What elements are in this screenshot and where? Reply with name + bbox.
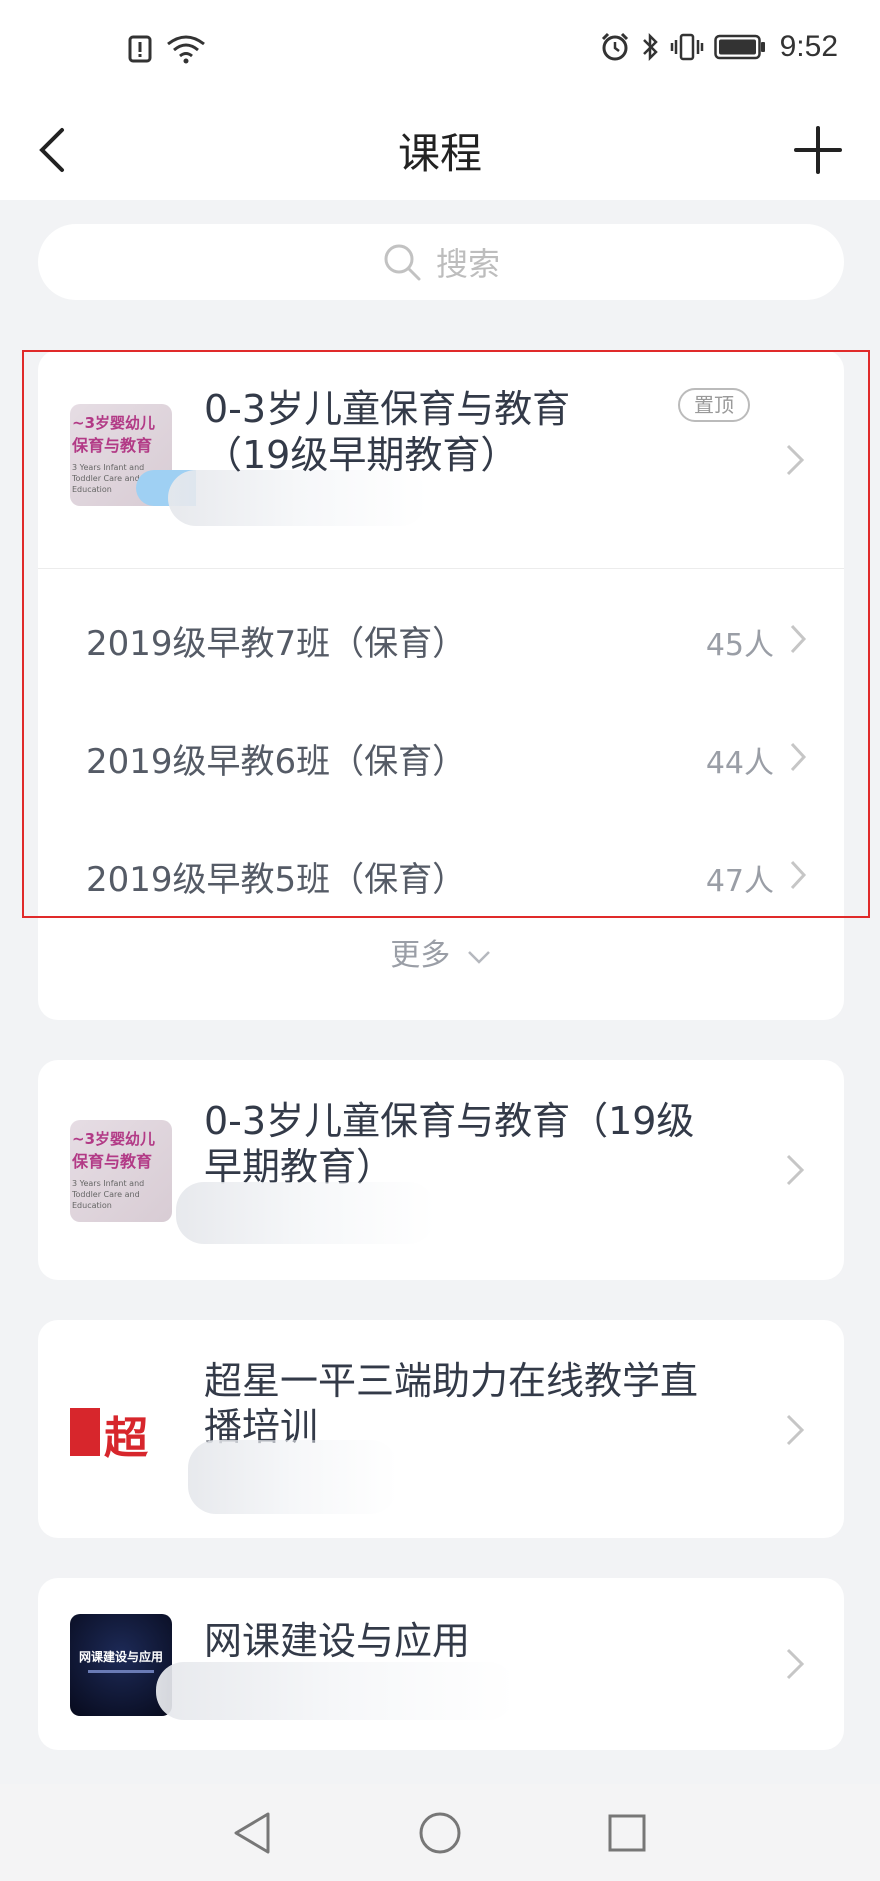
- course-row[interactable]: ~3岁婴幼儿 保育与教育 3 Years Infant and Toddler …: [38, 350, 844, 568]
- search-input[interactable]: 搜索: [38, 224, 844, 300]
- class-count: 47人: [705, 864, 774, 899]
- chevron-right-icon: [786, 444, 805, 476]
- course-card[interactable]: 超 超星一平三端助力在线教学直 播培训: [38, 1320, 844, 1538]
- vibrate-icon: [670, 33, 703, 61]
- chevron-right-icon: [786, 1648, 805, 1680]
- course-title: 0-3岁儿童保育与教育（19级 早期教育）: [204, 1099, 695, 1189]
- chevron-right-icon: [786, 1414, 805, 1446]
- status-bar: 9:52: [0, 0, 880, 100]
- recents-square-icon[interactable]: [602, 1808, 652, 1858]
- battery-icon: [713, 34, 765, 60]
- header-bar: 课程: [0, 100, 880, 200]
- thumbnail-title: 网课建设与应用: [78, 1650, 163, 1664]
- redaction-blur: [168, 470, 428, 526]
- chevron-right-icon: [790, 742, 807, 772]
- course-title: 超星一平三端助力在线教学直 播培训: [204, 1359, 699, 1449]
- class-name: 2019级早教5班（保育）: [86, 860, 467, 900]
- redaction-blur: [156, 1662, 516, 1720]
- thumbnail-title-line2: 保育与教育: [72, 1152, 153, 1171]
- course-card[interactable]: ~3岁婴幼儿 保育与教育 3 Years Infant and Toddler …: [38, 1060, 844, 1280]
- course-thumbnail: ~3岁婴幼儿 保育与教育 3 Years Infant and Toddler …: [70, 1120, 172, 1222]
- pinned-badge: 置顶: [678, 388, 750, 422]
- course-title: 0-3岁儿童保育与教育 （19级早期教育）: [204, 387, 571, 477]
- logo-text: 超: [104, 1413, 148, 1464]
- class-name: 2019级早教7班（保育）: [86, 624, 467, 664]
- course-card-pinned: ~3岁婴幼儿 保育与教育 3 Years Infant and Toddler …: [38, 350, 844, 1020]
- class-count: 44人: [705, 746, 774, 781]
- more-button[interactable]: 更多: [38, 930, 844, 974]
- system-nav-bar: [0, 1784, 880, 1881]
- search-icon: [384, 244, 421, 281]
- chevron-down-icon: [467, 950, 490, 964]
- class-count: 45人: [705, 628, 774, 663]
- status-right-icons: 9:52: [600, 30, 838, 64]
- class-name: 2019级早教6班（保育）: [86, 742, 467, 782]
- status-left-icons: [128, 34, 206, 64]
- chevron-right-icon: [786, 1154, 805, 1186]
- page-title: 课程: [397, 129, 482, 178]
- alarm-icon: [601, 32, 628, 61]
- bluetooth-icon: [642, 32, 658, 62]
- back-triangle-icon[interactable]: [228, 1808, 278, 1858]
- alert-icon: [128, 35, 152, 63]
- thumbnail-title-line2: 保育与教育: [72, 436, 153, 455]
- plus-icon[interactable]: [788, 120, 848, 180]
- home-circle-icon[interactable]: [415, 1808, 465, 1858]
- class-row[interactable]: 2019级早教7班（保育） 45人: [38, 582, 844, 700]
- search-placeholder: 搜索: [435, 245, 500, 283]
- course-card[interactable]: 网课建设与应用 网课建设与应用: [38, 1578, 844, 1750]
- redaction-blur: [176, 1182, 436, 1244]
- wifi-icon: [167, 35, 205, 64]
- class-row[interactable]: 2019级早教6班（保育） 44人: [38, 700, 844, 818]
- status-time: 9:52: [779, 30, 838, 63]
- chevron-right-icon: [790, 860, 807, 890]
- chevron-right-icon: [790, 624, 807, 654]
- thumbnail-underline: [88, 1670, 154, 1673]
- redaction-blur: [188, 1440, 398, 1514]
- thumbnail-title-line1: ~3岁婴幼儿: [72, 1130, 156, 1148]
- class-row[interactable]: 2019级早教5班（保育） 47人: [38, 818, 844, 936]
- thumbnail-subtitle: 3 Years Infant and Toddler Care and Educ…: [72, 1179, 145, 1210]
- logo-mark: [70, 1408, 100, 1456]
- course-thumbnail: 超: [70, 1378, 172, 1480]
- divider: [38, 568, 844, 569]
- thumbnail-title-line1: ~3岁婴幼儿: [72, 414, 156, 432]
- course-title: 网课建设与应用: [204, 1619, 471, 1663]
- more-label: 更多: [390, 938, 451, 973]
